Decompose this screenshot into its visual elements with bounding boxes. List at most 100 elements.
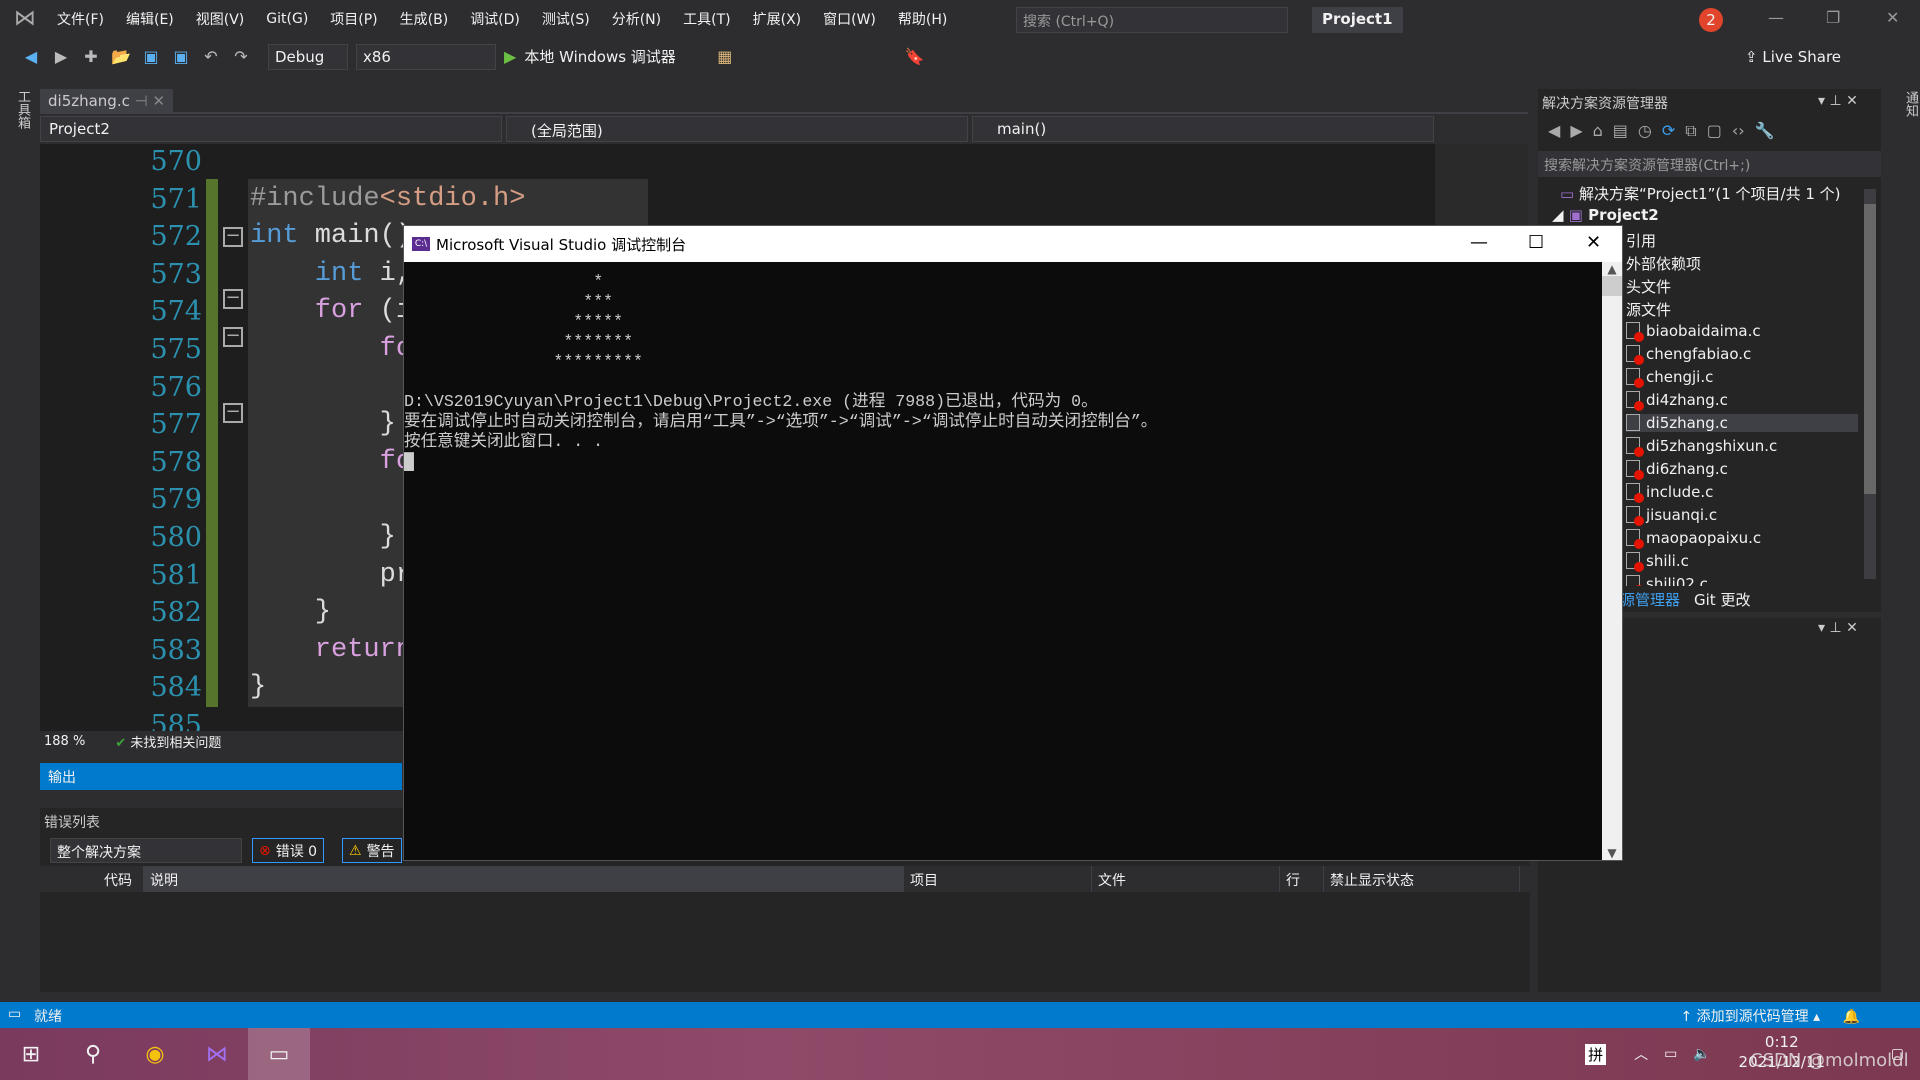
console-scrollbar[interactable]: ▲ ▼ <box>1602 262 1622 860</box>
column-project[interactable]: 项目 <box>904 866 1092 892</box>
volume-icon[interactable]: 🔈 <box>1693 1046 1710 1062</box>
notification-badge[interactable]: 2 <box>1699 8 1723 32</box>
folder-node[interactable]: 源文件 <box>1626 299 1671 320</box>
code-token: fo <box>250 446 413 477</box>
save-icon[interactable]: ▣ <box>140 47 162 66</box>
pin-icon[interactable]: ⊣ <box>135 92 148 110</box>
menu-item[interactable]: 文件(F) <box>46 9 115 29</box>
menu-item[interactable]: 编辑(E) <box>115 9 185 29</box>
notifications-tab[interactable]: 通知 <box>1886 89 1920 989</box>
file-node[interactable]: shili.c <box>1626 552 1858 572</box>
battery-icon[interactable]: ▭ <box>1664 1046 1677 1062</box>
search-input[interactable]: 搜索 (Ctrl+Q) <box>1016 7 1288 33</box>
file-node[interactable]: shili02.c <box>1626 575 1858 586</box>
menu-item[interactable]: 项目(P) <box>319 9 388 29</box>
close-tab-icon[interactable]: ✕ <box>153 92 166 110</box>
console-output: * *** ***** ******* ********* D:\VS2019C… <box>404 272 1158 471</box>
forward-icon[interactable]: ▶ <box>50 47 72 66</box>
close-icon[interactable]: ✕ <box>1886 8 1899 27</box>
bell-icon[interactable]: 🔔 <box>1843 1009 1860 1025</box>
menu-item[interactable]: 窗口(W) <box>812 9 887 29</box>
file-node[interactable]: maopaopaixu.c <box>1626 529 1858 549</box>
file-node[interactable]: biaobaidaima.c <box>1626 322 1858 342</box>
column-code[interactable]: 代码 <box>40 866 144 892</box>
menu-item[interactable]: 调试(D) <box>459 9 531 29</box>
run-debugger-button[interactable]: 本地 Windows 调试器 <box>524 46 676 67</box>
fold-icon[interactable]: − <box>223 327 243 347</box>
errors-filter-button[interactable]: ⊗ 错误 0 <box>252 838 325 863</box>
menu-item[interactable]: 扩展(X) <box>742 9 813 29</box>
console-title-bar[interactable]: C:\ Microsoft Visual Studio 调试控制台 — ☐ ✕ <box>404 226 1622 262</box>
search-button[interactable]: ⚲ <box>62 1028 124 1080</box>
chrome-button[interactable]: ◉ <box>124 1028 186 1080</box>
folder-node[interactable]: 引用 <box>1626 230 1656 251</box>
back-icon[interactable]: ◀ <box>20 47 42 66</box>
console-close-icon[interactable]: ✕ <box>1586 232 1601 253</box>
column-line[interactable]: 行 <box>1280 866 1324 892</box>
folder-node[interactable]: 外部依赖项 <box>1626 253 1701 274</box>
file-node[interactable]: di5zhangshixun.c <box>1626 437 1858 457</box>
code-line: return <box>250 635 412 665</box>
column-suppression[interactable]: 禁止显示状态 <box>1324 866 1520 892</box>
menu-item[interactable]: Git(G) <box>255 11 319 27</box>
menu-item[interactable]: 分析(N) <box>601 9 672 29</box>
menu-item[interactable]: 工具(T) <box>672 9 741 29</box>
zoom-select[interactable]: 188 % <box>44 734 85 749</box>
line-number: 583 <box>150 634 202 666</box>
file-node[interactable]: chengji.c <box>1626 368 1858 388</box>
column-file[interactable]: 文件 <box>1092 866 1280 892</box>
tab-solution-explorer[interactable]: 源管理器 <box>1620 589 1680 609</box>
file-node[interactable]: include.c <box>1626 483 1858 503</box>
config-select[interactable]: Debug <box>268 43 348 70</box>
console-button[interactable]: ▭ <box>248 1028 310 1080</box>
bookmark-icon[interactable]: 🔖 <box>904 47 926 66</box>
solution-scrollbar[interactable] <box>1864 189 1876 579</box>
file-node[interactable]: chengfabiao.c <box>1626 345 1858 365</box>
folder-icon[interactable]: ▦ <box>714 47 736 66</box>
menu-item[interactable]: 视图(V) <box>185 9 256 29</box>
open-icon[interactable]: 📂 <box>110 47 132 66</box>
project-select[interactable]: Project2 <box>40 116 502 142</box>
ime-indicator[interactable]: 拼 <box>1585 1043 1607 1065</box>
visual-studio-button[interactable]: ⋈ <box>186 1028 248 1080</box>
menu-item[interactable]: 帮助(H) <box>887 9 958 29</box>
column-description[interactable]: 说明 <box>144 866 904 892</box>
output-panel-header[interactable]: 输出 <box>40 763 402 790</box>
live-share-button[interactable]: ⇪ Live Share <box>1745 48 1841 66</box>
file-node[interactable]: jisuanqi.c <box>1626 506 1858 526</box>
file-node[interactable]: di5zhang.c <box>1626 414 1858 432</box>
new-project-icon[interactable]: ✚ <box>80 47 102 66</box>
restore-icon[interactable]: ❐ <box>1826 8 1840 27</box>
fold-icon[interactable]: − <box>223 403 243 423</box>
warnings-filter-button[interactable]: ⚠ 警告 <box>342 838 402 863</box>
fold-icon[interactable]: − <box>223 227 243 247</box>
folder-node[interactable]: 头文件 <box>1626 276 1671 297</box>
undo-icon[interactable]: ↶ <box>200 47 222 66</box>
tab-di5zhang[interactable]: di5zhang.c ⊣ ✕ <box>40 89 174 114</box>
platform-select[interactable]: x86 <box>356 43 496 70</box>
console-maximize-icon[interactable]: ☐ <box>1528 232 1544 253</box>
add-source-control-button[interactable]: ↑ 添加到源代码管理 ▴ 🔔 <box>1680 1006 1860 1026</box>
warning-icon: ⚠ <box>349 842 362 859</box>
menu-item[interactable]: 测试(S) <box>531 9 601 29</box>
panel-menu-icon[interactable]: ▾ ⊥ ✕ <box>1818 620 1858 636</box>
status-bar: 就绪 <box>0 1002 1920 1028</box>
file-node[interactable]: di4zhang.c <box>1626 391 1858 411</box>
save-all-icon[interactable]: ▣ <box>170 47 192 66</box>
function-select[interactable]: main() <box>972 116 1434 142</box>
start-button[interactable]: ⊞ <box>0 1028 62 1080</box>
tab-git-changes[interactable]: Git 更改 <box>1694 589 1750 609</box>
debug-console-window[interactable]: C:\ Microsoft Visual Studio 调试控制台 — ☐ ✕ … <box>403 225 1623 861</box>
console-minimize-icon[interactable]: — <box>1470 232 1488 253</box>
fold-icon[interactable]: − <box>223 289 243 309</box>
code-line: } <box>250 597 331 627</box>
toolbox-tab[interactable]: 工具箱 <box>10 90 32 129</box>
redo-icon[interactable]: ↷ <box>230 47 252 66</box>
scope-select[interactable]: (全局范围) <box>506 116 968 142</box>
run-icon[interactable]: ▶ <box>504 47 516 66</box>
tray-chevron-icon[interactable]: ︿ <box>1634 1044 1648 1064</box>
scope-select[interactable]: 整个解决方案 <box>50 838 242 863</box>
minimize-icon[interactable]: — <box>1768 8 1784 27</box>
file-node[interactable]: di6zhang.c <box>1626 460 1858 480</box>
menu-item[interactable]: 生成(B) <box>389 9 460 29</box>
